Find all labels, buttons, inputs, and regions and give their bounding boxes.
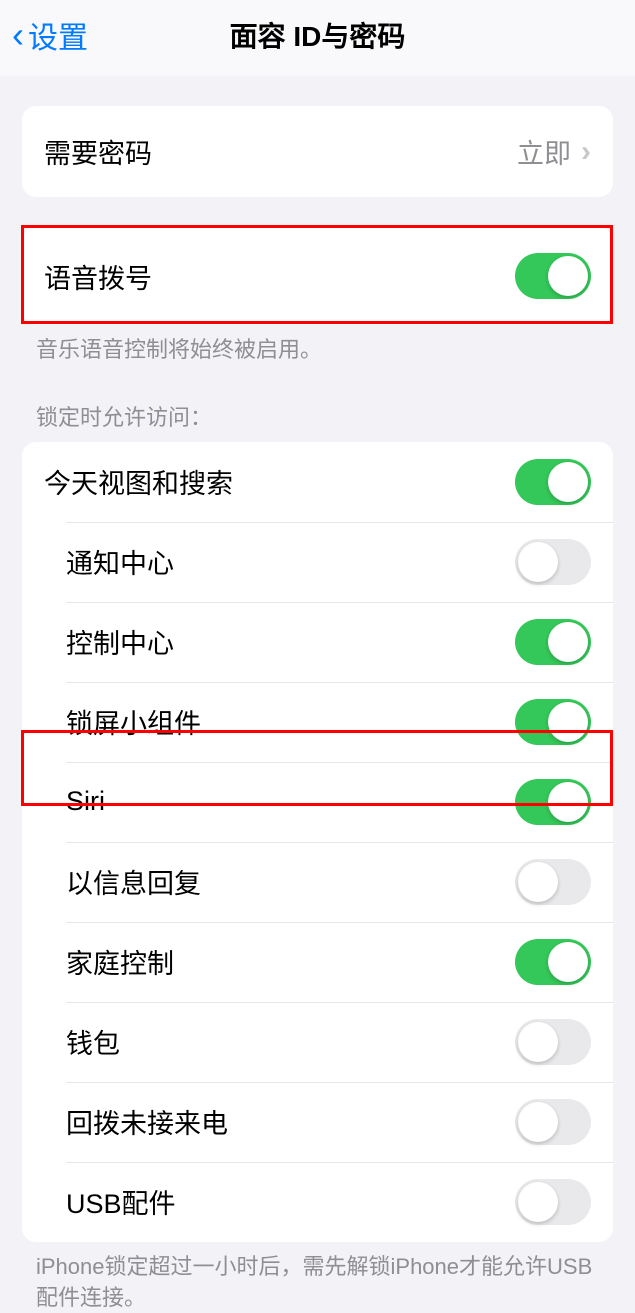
row-label: 以信息回复: [66, 862, 201, 901]
allow-access-row: 锁屏小组件: [44, 682, 613, 762]
require-passcode-label: 需要密码: [44, 132, 152, 171]
back-button[interactable]: ‹ 设置: [12, 13, 88, 57]
allow-access-footer: iPhone锁定超过一小时后，需先解锁iPhone才能允许USB配件连接。: [0, 1242, 635, 1313]
toggle-switch[interactable]: [515, 619, 591, 665]
toggle-switch[interactable]: [515, 699, 591, 745]
toggle-knob: [548, 942, 588, 982]
toggle-knob: [548, 256, 588, 296]
allow-access-row: 控制中心: [44, 602, 613, 682]
voice-dial-toggle[interactable]: [515, 253, 591, 299]
require-passcode-value: 立即 ›: [517, 132, 591, 171]
require-passcode-group: 需要密码 立即 ›: [22, 106, 613, 197]
navigation-header: ‹ 设置 面容 ID与密码: [0, 0, 635, 76]
allow-access-row: 以信息回复: [44, 842, 613, 922]
row-label: 通知中心: [66, 542, 174, 581]
back-label: 设置: [28, 13, 88, 57]
toggle-knob: [518, 542, 558, 582]
row-label: 回拨未接来电: [66, 1102, 228, 1141]
row-label: 锁屏小组件: [66, 702, 201, 741]
toggle-switch[interactable]: [515, 939, 591, 985]
toggle-knob: [518, 1182, 558, 1222]
voice-dial-group: 语音拨号: [22, 227, 613, 325]
toggle-switch[interactable]: [515, 539, 591, 585]
settings-content: 需要密码 立即 › 语音拨号 音乐语音控制将始终被启用。 锁定时允许访问： 今天…: [0, 106, 635, 1313]
row-label: 家庭控制: [66, 942, 174, 981]
allow-access-row: 通知中心: [44, 522, 613, 602]
row-label: USB配件: [66, 1182, 176, 1221]
chevron-left-icon: ‹: [12, 17, 24, 53]
page-title: 面容 ID与密码: [0, 15, 635, 55]
toggle-switch[interactable]: [515, 1019, 591, 1065]
allow-access-header: 锁定时允许访问：: [0, 400, 635, 442]
voice-dial-footer: 音乐语音控制将始终被启用。: [0, 325, 635, 366]
voice-dial-label: 语音拨号: [44, 257, 152, 296]
toggle-switch[interactable]: [515, 859, 591, 905]
allow-access-row: 钱包: [44, 1002, 613, 1082]
toggle-knob: [518, 862, 558, 902]
toggle-switch[interactable]: [515, 779, 591, 825]
allow-access-row: USB配件: [44, 1162, 613, 1242]
toggle-knob: [518, 1102, 558, 1142]
voice-dial-row: 语音拨号: [22, 227, 613, 325]
toggle-knob: [548, 702, 588, 742]
row-label: 钱包: [66, 1022, 120, 1061]
chevron-right-icon: ›: [581, 135, 591, 169]
toggle-knob: [518, 1022, 558, 1062]
toggle-knob: [548, 782, 588, 822]
require-passcode-row[interactable]: 需要密码 立即 ›: [22, 106, 613, 197]
toggle-switch[interactable]: [515, 1179, 591, 1225]
allow-access-row: 回拨未接来电: [44, 1082, 613, 1162]
toggle-knob: [548, 622, 588, 662]
toggle-switch[interactable]: [515, 459, 591, 505]
allow-access-row: 今天视图和搜索: [22, 442, 613, 522]
allow-access-row: Siri: [44, 762, 613, 842]
toggle-switch[interactable]: [515, 1099, 591, 1145]
toggle-knob: [548, 462, 588, 502]
allow-access-group: 今天视图和搜索通知中心控制中心锁屏小组件 Siri 以信息回复家庭控制钱包回拨未接来…: [22, 442, 613, 1242]
row-label: Siri: [66, 786, 105, 817]
allow-access-row: 家庭控制: [44, 922, 613, 1002]
row-label: 控制中心: [66, 622, 174, 661]
row-label: 今天视图和搜索: [44, 462, 233, 501]
